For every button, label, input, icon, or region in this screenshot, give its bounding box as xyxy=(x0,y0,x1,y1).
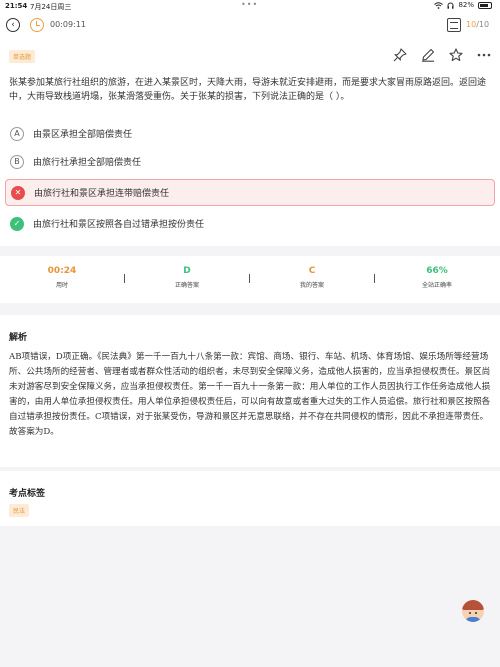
battery-icon xyxy=(478,1,492,9)
question-card: 单选题 张某参加某旅行社组织的旅游，在进入某景区时，天降大雨，导游未就近安排避雨… xyxy=(0,38,500,246)
stat-correct-answer-label: 正确答案 xyxy=(174,282,199,289)
analysis-title: 解析 xyxy=(9,333,28,343)
option-a-text: 由景区承担全部赔偿责任 xyxy=(33,130,133,140)
stat-time-used: 00:24 用时 xyxy=(12,266,112,289)
option-d-correct[interactable]: ✓ 由旅行社和景区按照各自过错承担按份责任 xyxy=(5,210,495,237)
option-b[interactable]: B 由旅行社承担全部赔偿责任 xyxy=(5,148,495,175)
knowledge-points-title: 考点标签 xyxy=(9,489,46,499)
knowledge-points-section: 考点标签 民法 xyxy=(0,471,500,526)
elapsed-timer: 00:09:11 xyxy=(50,20,86,29)
status-right: 82% xyxy=(434,1,492,9)
stat-correct-answer: D 正确答案 xyxy=(137,266,237,289)
option-d-text: 由旅行社和景区按照各自过错承担按份责任 xyxy=(33,220,205,230)
headphones-icon xyxy=(447,2,454,9)
progress-total: 10 xyxy=(478,20,490,29)
stat-site-accuracy: 66% 全站正确率 xyxy=(387,266,487,289)
stat-divider xyxy=(374,274,375,283)
option-b-text: 由旅行社承担全部赔偿责任 xyxy=(33,158,142,168)
knowledge-tag[interactable]: 民法 xyxy=(9,504,30,517)
stat-time-used-value: 00:24 xyxy=(47,266,77,276)
stat-time-used-label: 用时 xyxy=(55,282,68,289)
stat-divider xyxy=(249,274,250,283)
more-icon[interactable] xyxy=(476,47,492,63)
option-a-letter: A xyxy=(10,126,24,141)
answer-sheet-icon[interactable] xyxy=(447,18,461,32)
status-date: 7月24日周三 xyxy=(30,3,72,11)
stat-my-answer-label: 我的答案 xyxy=(299,282,324,289)
pin-icon[interactable] xyxy=(392,47,408,63)
analysis-section: 解析 AB项错误，D项正确。《民法典》第一千一百九十八条第一款：宾馆、商场、银行… xyxy=(0,315,500,467)
stat-site-accuracy-label: 全站正确率 xyxy=(421,282,452,289)
analysis-text: AB项错误，D项正确。《民法典》第一千一百九十八条第一款：宾馆、商场、银行、车站… xyxy=(9,352,491,437)
option-b-letter: B xyxy=(10,154,24,169)
wrong-x-icon: ✕ xyxy=(11,185,25,200)
edit-icon[interactable] xyxy=(420,47,436,63)
wifi-icon xyxy=(434,1,444,9)
stat-divider xyxy=(124,274,125,283)
stat-my-answer-value: C xyxy=(308,266,316,276)
status-time: 21:54 xyxy=(5,2,28,10)
timer-icon[interactable] xyxy=(30,18,44,32)
favorite-star-icon[interactable] xyxy=(448,47,464,63)
battery-percent: 82% xyxy=(458,1,474,9)
result-stats: 00:24 用时 D 正确答案 C 我的答案 66% 全站正确率 xyxy=(0,256,500,303)
multitask-dots-icon[interactable]: ••• xyxy=(241,0,258,9)
stat-site-accuracy-value: 66% xyxy=(426,266,448,276)
stat-correct-answer-value: D xyxy=(183,266,191,276)
question-stem: 张某参加某旅行社组织的旅游，在进入某景区时，天降大雨，导游未就近安排避雨，而是要… xyxy=(9,78,487,102)
option-c-text: 由旅行社和景区承担连带赔偿责任 xyxy=(34,189,170,199)
top-bar: ‹ 00:09:11 10/10 xyxy=(0,13,500,38)
status-bar: 21:54 7月24日周三 ••• 82% xyxy=(0,0,500,13)
mascot-avatar[interactable] xyxy=(462,600,484,622)
option-a[interactable]: A 由景区承担全部赔偿责任 xyxy=(5,120,495,147)
stat-my-answer: C 我的答案 xyxy=(262,266,362,289)
back-icon[interactable]: ‹ xyxy=(6,18,20,32)
correct-check-icon: ✓ xyxy=(10,216,24,231)
option-c-selected-wrong[interactable]: ✕ 由旅行社和景区承担连带赔偿责任 xyxy=(5,179,495,206)
progress-current: 10 xyxy=(466,20,477,29)
question-tools xyxy=(392,47,492,63)
question-progress[interactable]: 10/10 xyxy=(466,20,489,29)
question-type-badge: 单选题 xyxy=(9,50,36,63)
